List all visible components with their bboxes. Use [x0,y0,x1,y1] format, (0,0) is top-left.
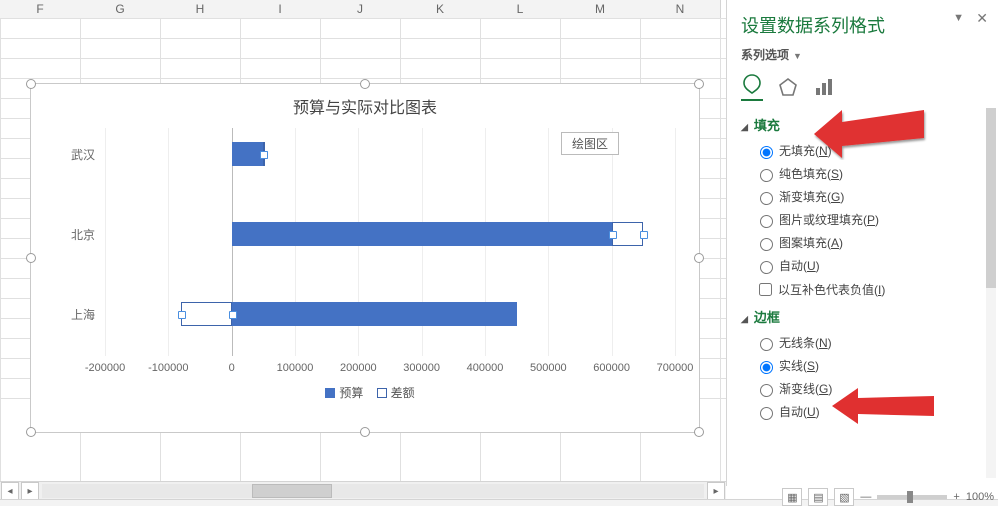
fill-option[interactable]: 纯色填充(S) [755,165,984,182]
zoom-minus[interactable]: ― [860,491,871,503]
bar-budget[interactable] [232,302,517,326]
bar-budget[interactable] [232,142,264,166]
zoom-slider[interactable] [877,495,947,499]
column-header[interactable]: I [240,0,321,19]
column-header[interactable]: N [640,0,721,19]
column-header[interactable]: M [560,0,641,19]
pane-vscroll[interactable] [986,108,996,478]
axis-tick: 500000 [530,362,567,374]
view-pagebreak-icon[interactable]: ▧ [834,488,854,506]
chart-title[interactable]: 预算与实际对比图表 [31,94,699,118]
axis-tick: 100000 [277,362,314,374]
border-option[interactable]: 渐变线(G) [755,380,984,397]
zoom-value[interactable]: 100% [966,491,994,503]
axis-tick: 200000 [340,362,377,374]
bar-budget[interactable] [232,222,612,246]
chart-tooltip: 绘图区 [561,132,619,155]
column-header[interactable]: G [80,0,161,19]
legend-item-diff[interactable]: 差额 [391,384,415,401]
pane-vscroll-thumb[interactable] [986,108,996,288]
axis-tick: 600000 [593,362,630,374]
axis-tick: 700000 [657,362,694,374]
sheet-nav-prev[interactable]: ▸ [21,482,39,500]
column-header[interactable]: K [400,0,481,19]
pane-close-icon[interactable]: ✕ [976,10,988,27]
axis-tick: -100000 [148,362,188,374]
legend-item-budget[interactable]: 预算 [339,384,363,401]
category-label[interactable]: 北京 [55,226,95,243]
border-section-header[interactable]: ◢边框 [741,307,984,326]
format-pane: ▼ ✕ 设置数据系列格式 系列选项▼ ◢填充 无填充(N) 纯色填充(S) 渐变填充… [726,0,998,486]
fill-option[interactable]: 图片或纹理填充(P) [755,211,984,228]
zoom-plus[interactable]: + [953,491,959,503]
series-options-tab-icon[interactable] [813,76,835,98]
horizontal-scrollbar[interactable]: ◂ ▸ ▸ [0,481,726,500]
sheet-nav-first[interactable]: ◂ [1,482,19,500]
fill-section-header[interactable]: ◢填充 [741,115,984,134]
series-options-dropdown[interactable]: 系列选项▼ [741,46,984,63]
column-header[interactable]: J [320,0,401,19]
axis-tick: 300000 [403,362,440,374]
axis-tick: 400000 [467,362,504,374]
fill-option[interactable]: 自动(U) [755,257,984,274]
pane-pin-icon[interactable]: ▼ [953,12,964,24]
view-normal-icon[interactable]: ▦ [782,488,802,506]
column-header[interactable]: F [0,0,81,19]
hscroll-track[interactable] [42,484,704,498]
hscroll-right[interactable]: ▸ [707,482,725,500]
axis-tick: 0 [229,362,235,374]
fill-option[interactable]: 渐变填充(G) [755,188,984,205]
column-header[interactable]: L [480,0,561,19]
effects-tab-icon[interactable] [777,76,799,98]
fill-line-tab-icon[interactable] [741,73,763,101]
border-option[interactable]: 实线(S) [755,357,984,374]
category-label[interactable]: 武汉 [55,146,95,163]
pane-title: 设置数据系列格式 [741,12,984,38]
plot-area[interactable]: -200000 -100000 0 100000 200000 300000 400000 5… [55,128,675,376]
view-pagelayout-icon[interactable]: ▤ [808,488,828,506]
zoom-controls[interactable]: ▦ ▤ ▧ ― + 100% [782,486,994,506]
category-label[interactable]: 上海 [55,306,95,323]
hscroll-thumb[interactable] [252,484,332,498]
fill-option[interactable]: 无填充(N) [755,142,984,159]
border-option[interactable]: 自动(U) [755,403,984,420]
fill-option[interactable]: 图案填充(A) [755,234,984,251]
bar-diff[interactable] [181,302,232,326]
chart-legend[interactable]: 预算 差额 [31,384,699,401]
column-header[interactable]: H [160,0,241,19]
chart-object[interactable]: 预算与实际对比图表 -200000 -100000 0 100000 200000 300… [30,83,700,433]
invert-negative-checkbox[interactable]: 以互补色代表负值(I) [755,280,984,299]
border-option[interactable]: 无线条(N) [755,334,984,351]
axis-tick: -200000 [85,362,125,374]
